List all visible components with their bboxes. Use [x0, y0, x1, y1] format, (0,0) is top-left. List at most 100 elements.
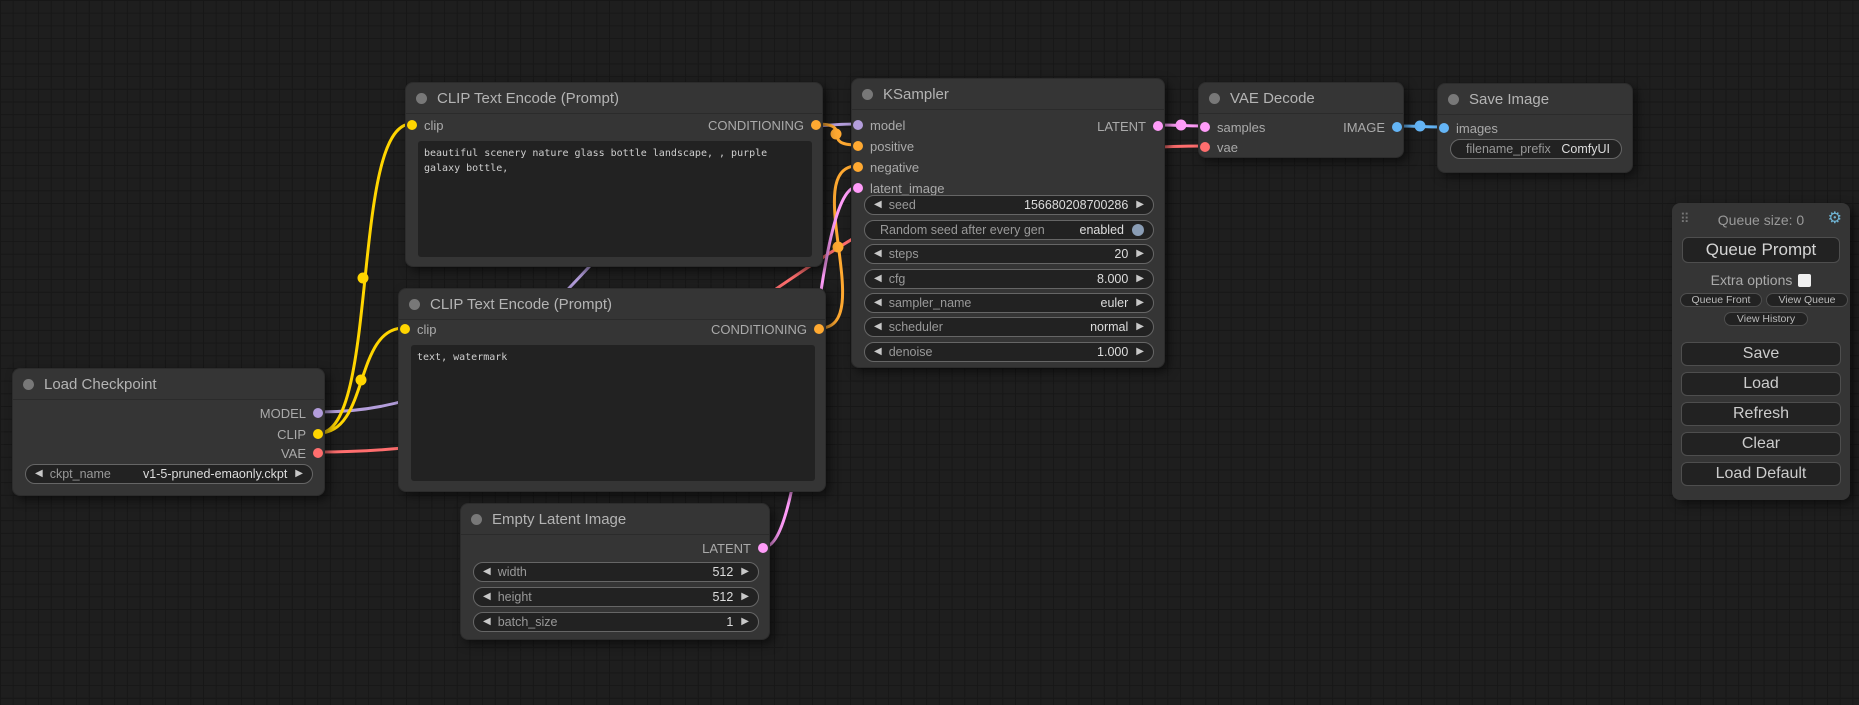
load-button[interactable]: Load: [1681, 372, 1841, 396]
clip-port-dot[interactable]: [407, 120, 417, 130]
steps-widget[interactable]: ◀ steps 20 ▶: [864, 244, 1154, 264]
clear-button[interactable]: Clear: [1681, 432, 1841, 456]
node-title-bar[interactable]: CLIP Text Encode (Prompt): [399, 289, 825, 320]
collapse-dot-icon[interactable]: [1209, 93, 1220, 104]
conditioning-port-dot[interactable]: [853, 141, 863, 151]
latent-output-port[interactable]: LATENT: [702, 540, 768, 556]
extra-options-checkbox[interactable]: [1798, 274, 1811, 287]
node-ksampler[interactable]: KSampler model positive negative latent_…: [851, 78, 1165, 368]
node-title-bar[interactable]: VAE Decode: [1199, 83, 1403, 114]
view-history-button[interactable]: View History: [1724, 312, 1808, 326]
latent-port-dot[interactable]: [758, 543, 768, 553]
node-load-checkpoint[interactable]: Load Checkpoint MODEL CLIP VAE ◀ ckpt_na…: [12, 368, 325, 496]
vae-port-dot[interactable]: [313, 448, 323, 458]
prev-arrow-icon[interactable]: ◀: [874, 274, 882, 284]
scheduler-widget[interactable]: ◀ scheduler normal ▶: [864, 317, 1154, 337]
prev-arrow-icon[interactable]: ◀: [874, 298, 882, 308]
vae-output-port[interactable]: VAE: [281, 445, 323, 461]
prev-arrow-icon[interactable]: ◀: [35, 469, 43, 479]
clip-port-dot[interactable]: [400, 324, 410, 334]
image-port-dot[interactable]: [1392, 122, 1402, 132]
load-default-button[interactable]: Load Default: [1681, 462, 1841, 486]
node-clip-text-encode-positive[interactable]: CLIP Text Encode (Prompt) clip CONDITION…: [405, 82, 823, 267]
conditioning-port-dot[interactable]: [853, 162, 863, 172]
save-button[interactable]: Save: [1681, 342, 1841, 366]
latent-port-dot[interactable]: [853, 183, 863, 193]
collapse-dot-icon[interactable]: [471, 514, 482, 525]
node-title-bar[interactable]: Load Checkpoint: [13, 369, 324, 400]
clip-input-port[interactable]: clip: [407, 117, 444, 133]
refresh-button[interactable]: Refresh: [1681, 402, 1841, 426]
conditioning-port-dot[interactable]: [814, 324, 824, 334]
width-widget[interactable]: ◀ width 512 ▶: [473, 562, 759, 582]
model-output-port[interactable]: MODEL: [260, 405, 323, 421]
next-arrow-icon[interactable]: ▶: [1136, 298, 1144, 308]
conditioning-output-port[interactable]: CONDITIONING: [711, 321, 824, 337]
vae-input-port[interactable]: vae: [1200, 139, 1238, 155]
latent-port-dot[interactable]: [1200, 122, 1210, 132]
next-arrow-icon[interactable]: ▶: [295, 469, 303, 479]
prev-arrow-icon[interactable]: ◀: [483, 567, 491, 577]
batch-size-widget[interactable]: ◀ batch_size 1 ▶: [473, 612, 759, 632]
node-graph-canvas[interactable]: { "colors": { "model": "#B39DDB", "clip"…: [0, 0, 1859, 705]
node-empty-latent-image[interactable]: Empty Latent Image LATENT ◀ width 512 ▶ …: [460, 503, 770, 640]
queue-prompt-button[interactable]: Queue Prompt: [1682, 237, 1840, 263]
toggle-circle-icon[interactable]: [1132, 224, 1144, 236]
next-arrow-icon[interactable]: ▶: [1136, 274, 1144, 284]
model-input-port[interactable]: model: [853, 117, 905, 133]
node-save-image[interactable]: Save Image images filename_prefix ComfyU…: [1437, 83, 1633, 173]
images-input-port[interactable]: images: [1439, 120, 1498, 136]
clip-output-port[interactable]: CLIP: [277, 426, 323, 442]
settings-gear-icon[interactable]: ⚙: [1828, 210, 1842, 228]
node-vae-decode[interactable]: VAE Decode samples vae IMAGE: [1198, 82, 1404, 158]
clip-input-port[interactable]: clip: [400, 321, 437, 337]
view-queue-button[interactable]: View Queue: [1766, 293, 1848, 307]
conditioning-output-port[interactable]: CONDITIONING: [708, 117, 821, 133]
conditioning-port-dot[interactable]: [811, 120, 821, 130]
next-arrow-icon[interactable]: ▶: [741, 617, 749, 627]
prev-arrow-icon[interactable]: ◀: [874, 347, 882, 357]
negative-input-port[interactable]: negative: [853, 159, 919, 175]
filename-prefix-widget[interactable]: filename_prefix ComfyUI: [1450, 139, 1622, 159]
node-title-bar[interactable]: CLIP Text Encode (Prompt): [406, 83, 822, 114]
node-title-bar[interactable]: KSampler: [852, 79, 1164, 110]
model-port-dot[interactable]: [313, 408, 323, 418]
next-arrow-icon[interactable]: ▶: [741, 592, 749, 602]
next-arrow-icon[interactable]: ▶: [1136, 322, 1144, 332]
collapse-dot-icon[interactable]: [409, 299, 420, 310]
collapse-dot-icon[interactable]: [862, 89, 873, 100]
samples-input-port[interactable]: samples: [1200, 119, 1265, 135]
next-arrow-icon[interactable]: ▶: [1136, 347, 1144, 357]
next-arrow-icon[interactable]: ▶: [741, 567, 749, 577]
prev-arrow-icon[interactable]: ◀: [874, 322, 882, 332]
node-clip-text-encode-negative[interactable]: CLIP Text Encode (Prompt) clip CONDITION…: [398, 288, 826, 492]
prev-arrow-icon[interactable]: ◀: [874, 249, 882, 259]
prev-arrow-icon[interactable]: ◀: [483, 592, 491, 602]
next-arrow-icon[interactable]: ▶: [1136, 200, 1144, 210]
latent-output-port[interactable]: LATENT: [1097, 118, 1163, 134]
model-port-dot[interactable]: [853, 120, 863, 130]
collapse-dot-icon[interactable]: [23, 379, 34, 390]
prev-arrow-icon[interactable]: ◀: [874, 200, 882, 210]
prev-arrow-icon[interactable]: ◀: [483, 617, 491, 627]
node-title-bar[interactable]: Empty Latent Image: [461, 504, 769, 535]
height-widget[interactable]: ◀ height 512 ▶: [473, 587, 759, 607]
positive-prompt-textarea[interactable]: beautiful scenery nature glass bottle la…: [418, 141, 812, 257]
collapse-dot-icon[interactable]: [1448, 94, 1459, 105]
collapse-dot-icon[interactable]: [416, 93, 427, 104]
seed-widget[interactable]: ◀ seed 156680208700286 ▶: [864, 195, 1154, 215]
queue-front-button[interactable]: Queue Front: [1680, 293, 1762, 307]
denoise-widget[interactable]: ◀ denoise 1.000 ▶: [864, 342, 1154, 362]
next-arrow-icon[interactable]: ▶: [1136, 249, 1144, 259]
random-seed-toggle-widget[interactable]: Random seed after every gen enabled: [864, 220, 1154, 240]
sampler-name-widget[interactable]: ◀ sampler_name euler ▶: [864, 293, 1154, 313]
cfg-widget[interactable]: ◀ cfg 8.000 ▶: [864, 269, 1154, 289]
latent-image-input-port[interactable]: latent_image: [853, 180, 944, 196]
positive-input-port[interactable]: positive: [853, 138, 914, 154]
latent-port-dot[interactable]: [1153, 121, 1163, 131]
vae-port-dot[interactable]: [1200, 142, 1210, 152]
node-title-bar[interactable]: Save Image: [1438, 84, 1632, 115]
image-output-port[interactable]: IMAGE: [1343, 119, 1402, 135]
negative-prompt-textarea[interactable]: text, watermark: [411, 345, 815, 481]
clip-port-dot[interactable]: [313, 429, 323, 439]
